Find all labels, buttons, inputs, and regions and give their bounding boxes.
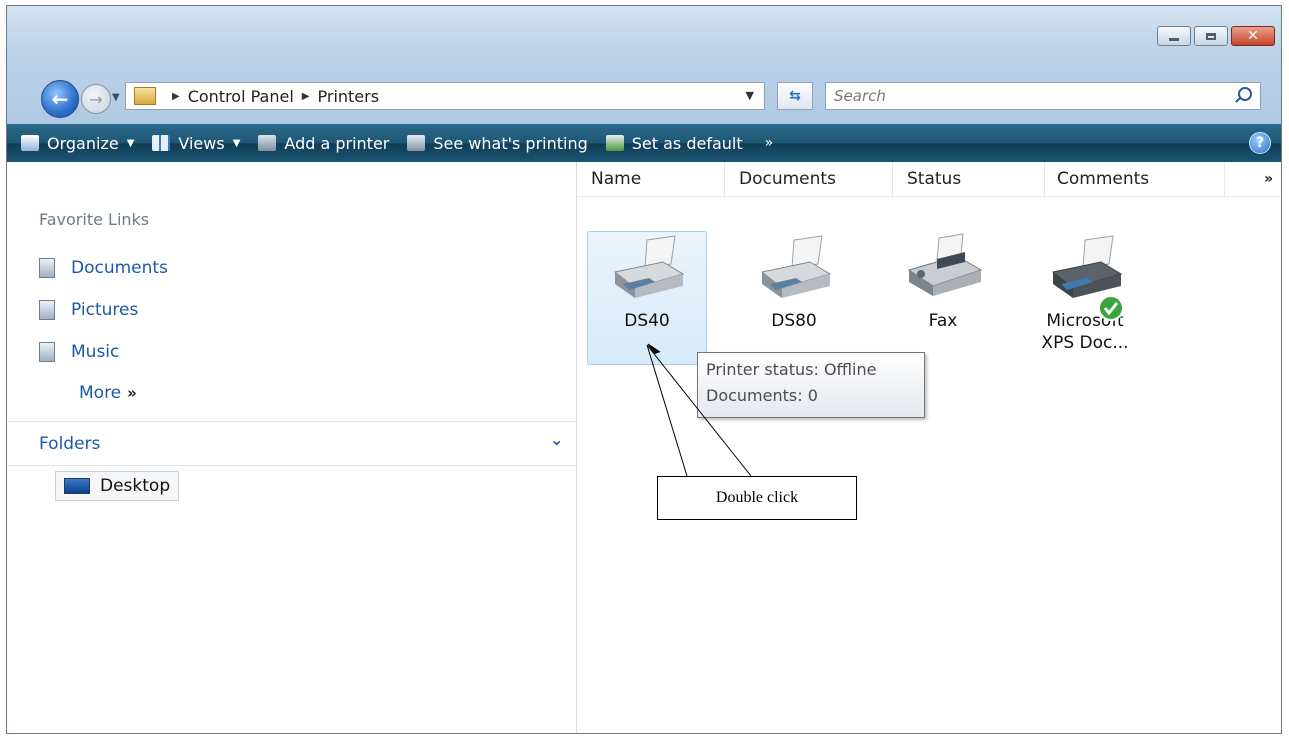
refresh-icon: ⇆ bbox=[789, 88, 801, 104]
printer-status-tooltip: Printer status: Offline Documents: 0 bbox=[697, 352, 925, 418]
help-button[interactable]: ? bbox=[1249, 132, 1271, 154]
search-input[interactable]: Search bbox=[825, 82, 1261, 110]
command-bar: Organize ▼ Views ▼ Add a printer See wha… bbox=[7, 124, 1281, 162]
column-header-name[interactable]: Name bbox=[577, 162, 725, 196]
printer-item-fax[interactable]: Fax bbox=[883, 232, 1003, 332]
close-button[interactable]: ✕ bbox=[1231, 26, 1275, 46]
maximize-icon bbox=[1206, 32, 1216, 40]
recent-pages-dropdown-icon[interactable]: ▼ bbox=[112, 92, 120, 103]
set-default-button[interactable]: Set as default bbox=[605, 133, 743, 153]
favorite-link-music[interactable]: Music bbox=[39, 342, 119, 362]
documents-folder-icon bbox=[39, 258, 55, 278]
title-bar: ✕ ← → ▼ ▶ Control Panel ▶ Printers ▼ ⇆ S… bbox=[7, 6, 1281, 124]
organize-label: Organize bbox=[47, 133, 119, 153]
printer-name: DS40 bbox=[624, 311, 670, 331]
address-bar[interactable]: ▶ Control Panel ▶ Printers ▼ bbox=[125, 82, 765, 110]
more-links[interactable]: More » bbox=[79, 383, 137, 403]
set-default-label: Set as default bbox=[631, 133, 743, 153]
more-links-label: More bbox=[79, 383, 122, 403]
printer-queue-icon bbox=[407, 135, 426, 151]
add-printer-label: Add a printer bbox=[284, 133, 390, 153]
maximize-button[interactable] bbox=[1194, 26, 1228, 46]
close-icon: ✕ bbox=[1247, 28, 1259, 44]
breadcrumb-control-panel[interactable]: Control Panel bbox=[188, 87, 294, 106]
views-button[interactable]: Views ▼ bbox=[152, 134, 240, 153]
desktop-label: Desktop bbox=[100, 476, 171, 496]
back-arrow-icon: ← bbox=[51, 87, 69, 111]
search-icon[interactable] bbox=[1238, 87, 1252, 101]
set-default-icon bbox=[605, 135, 624, 151]
minimize-icon bbox=[1169, 37, 1179, 41]
address-dropdown-icon[interactable]: ▼ bbox=[746, 89, 754, 102]
organize-icon bbox=[21, 135, 39, 151]
tooltip-status: Printer status: Offline bbox=[706, 360, 877, 379]
explorer-window: ✕ ← → ▼ ▶ Control Panel ▶ Printers ▼ ⇆ S… bbox=[6, 5, 1282, 734]
pane-divider bbox=[7, 421, 576, 422]
printer-name: DS80 bbox=[771, 311, 817, 331]
caption-buttons: ✕ bbox=[1154, 26, 1275, 46]
content-area: Favorite Links Documents Pictures Music … bbox=[7, 162, 1281, 733]
printer-item-ds80[interactable]: DS80 bbox=[734, 232, 854, 332]
views-icon bbox=[152, 135, 171, 151]
default-printer-check-icon bbox=[1098, 295, 1124, 321]
desktop-icon bbox=[64, 478, 90, 494]
fax-icon bbox=[907, 233, 983, 296]
chevron-down-icon: ▼ bbox=[126, 137, 135, 149]
columns-overflow-button[interactable]: » bbox=[1264, 171, 1273, 187]
minimize-button[interactable] bbox=[1157, 26, 1191, 46]
favorite-link-documents[interactable]: Documents bbox=[39, 258, 168, 278]
pictures-folder-icon bbox=[39, 300, 55, 320]
navigation-pane: Favorite Links Documents Pictures Music … bbox=[7, 162, 577, 733]
favorite-links-heading: Favorite Links bbox=[39, 210, 150, 229]
printer-icon bbox=[760, 235, 832, 298]
printer-icon bbox=[613, 235, 685, 298]
column-header-row: Name Documents Status Comments » bbox=[577, 162, 1281, 197]
forward-button[interactable]: → bbox=[81, 84, 111, 114]
printer-item-microsoft-xps[interactable]: Microsoft XPS Doc... bbox=[1025, 232, 1145, 354]
help-icon: ? bbox=[1255, 135, 1265, 151]
see-printing-label: See what's printing bbox=[433, 133, 588, 153]
see-printing-button[interactable]: See what's printing bbox=[407, 133, 588, 153]
favorite-link-pictures[interactable]: Pictures bbox=[39, 300, 138, 320]
tooltip-documents: Documents: 0 bbox=[706, 386, 818, 405]
breadcrumb-printers[interactable]: Printers bbox=[318, 87, 380, 106]
favorite-link-label: Music bbox=[71, 342, 120, 362]
breadcrumb-separator-icon[interactable]: ▶ bbox=[302, 91, 310, 102]
column-header-comments[interactable]: Comments bbox=[1045, 162, 1225, 196]
organize-button[interactable]: Organize ▼ bbox=[21, 134, 134, 153]
breadcrumb-separator-icon[interactable]: ▶ bbox=[172, 91, 180, 102]
views-label: Views bbox=[178, 133, 225, 153]
double-click-callout: Double click bbox=[657, 476, 857, 520]
refresh-button[interactable]: ⇆ bbox=[777, 82, 813, 110]
folders-heading[interactable]: Folders bbox=[39, 434, 100, 454]
favorite-link-label: Documents bbox=[71, 258, 168, 278]
favorite-link-label: Pictures bbox=[71, 300, 139, 320]
printer-name: Fax bbox=[928, 311, 958, 331]
printer-name-line2: XPS Doc... bbox=[1041, 333, 1129, 353]
column-header-documents[interactable]: Documents bbox=[725, 162, 893, 196]
add-printer-icon bbox=[258, 135, 277, 151]
folder-tree-desktop[interactable]: Desktop bbox=[55, 471, 180, 501]
chevron-down-icon: ▼ bbox=[232, 137, 241, 149]
printer-name-line1: Microsoft bbox=[1046, 311, 1124, 331]
printer-item-ds40[interactable]: DS40 bbox=[587, 231, 707, 365]
back-button[interactable]: ← bbox=[41, 80, 79, 118]
add-printer-button[interactable]: Add a printer bbox=[258, 134, 389, 153]
control-panel-icon bbox=[134, 87, 156, 105]
pane-divider bbox=[7, 465, 576, 466]
search-placeholder: Search bbox=[834, 87, 886, 105]
toolbar-overflow-button[interactable]: » bbox=[765, 135, 774, 151]
more-links-icon: » bbox=[127, 384, 137, 402]
column-header-status[interactable]: Status bbox=[893, 162, 1045, 196]
chevron-down-icon[interactable]: ⌄ bbox=[550, 430, 563, 449]
forward-arrow-icon: → bbox=[89, 89, 103, 109]
music-folder-icon bbox=[39, 342, 55, 362]
